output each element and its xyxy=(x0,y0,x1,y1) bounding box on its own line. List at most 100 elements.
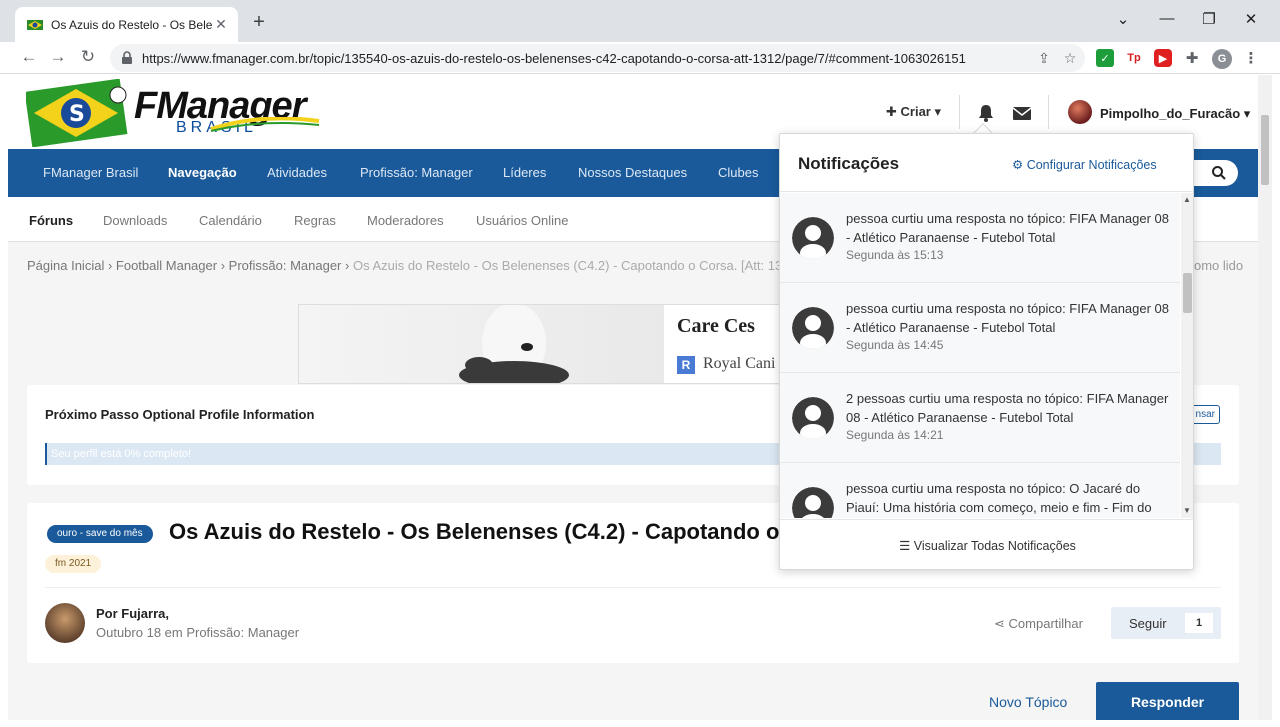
scroll-up-icon[interactable]: ▲ xyxy=(1183,195,1191,204)
notifications-list: pessoa curtiu uma resposta no tópico: FI… xyxy=(780,193,1180,518)
author-name[interactable]: Por Fujarra, xyxy=(96,606,169,621)
notification-item[interactable]: pessoa curtiu uma resposta no tópico: FI… xyxy=(780,193,1180,283)
card-divider xyxy=(45,587,1221,588)
notification-text: pessoa curtiu uma resposta no tópico: O … xyxy=(846,481,1152,515)
nav-item-navegacao[interactable]: Navegação xyxy=(168,165,237,180)
mark-read-link[interactable]: omo lido xyxy=(1194,258,1243,273)
page-scrollbar-thumb[interactable] xyxy=(1261,115,1269,185)
notifications-footer: ☰ Visualizar Todas Notificações xyxy=(780,519,1193,569)
view-all-label: Visualizar Todas Notificações xyxy=(913,539,1076,553)
bell-icon[interactable] xyxy=(976,103,996,123)
brazil-flag-icon: S xyxy=(26,79,128,147)
progress-label: Seu perfil está 0% completo! xyxy=(51,448,192,460)
topic-title: Os Azuis do Restelo - Os Belenenses (C4.… xyxy=(169,519,780,544)
view-all-notifications-link[interactable]: ☰ Visualizar Todas Notificações xyxy=(899,538,1076,553)
notification-time: Segunda às 14:45 xyxy=(846,338,944,352)
nav-item-lideres[interactable]: Líderes xyxy=(503,165,546,180)
ad-brand-badge: R xyxy=(677,356,695,374)
reload-icon[interactable]: ↻ xyxy=(77,47,99,67)
follow-label: Seguir xyxy=(1129,616,1167,631)
chevron-right-icon: › xyxy=(220,258,229,273)
tp-extension-icon[interactable]: Tp xyxy=(1125,49,1143,67)
user-placeholder-icon xyxy=(792,487,834,518)
configure-notifications-link[interactable]: ⚙ Configurar Notificações xyxy=(1012,157,1157,172)
notifications-header: Notificações ⚙ Configurar Notificações xyxy=(780,134,1193,192)
scroll-down-icon[interactable]: ▼ xyxy=(1183,506,1191,515)
topic-badge[interactable]: ouro - save do mês xyxy=(47,525,153,543)
lock-icon xyxy=(122,51,132,64)
notifications-title: Notificações xyxy=(798,154,900,173)
youtube-extension-icon[interactable]: ▶ xyxy=(1154,49,1172,67)
profile-g-icon[interactable]: G xyxy=(1212,49,1232,69)
site-logo[interactable]: S FManager BRASIL xyxy=(26,77,320,149)
nav-item-atividades[interactable]: Atividades xyxy=(267,165,327,180)
page-scrollbar[interactable] xyxy=(1258,75,1272,720)
breadcrumb-item[interactable]: Profissão: Manager xyxy=(229,258,342,273)
profile-step-title: Próximo Passo Optional Profile Informati… xyxy=(45,407,315,422)
sub-nav-regras[interactable]: Regras xyxy=(294,213,336,228)
notification-time: Segunda às 15:13 xyxy=(846,248,944,262)
logo-swoosh-icon xyxy=(210,117,320,132)
puzzle-extensions-icon[interactable]: ✚ xyxy=(1183,49,1201,67)
advertisement-banner[interactable]: Care Ces R Royal Cani xyxy=(298,304,798,384)
chevron-right-icon: › xyxy=(107,258,116,273)
configure-notifications-label: Configurar Notificações xyxy=(1026,158,1157,172)
user-avatar[interactable] xyxy=(1068,100,1092,124)
forward-icon[interactable]: → xyxy=(47,47,69,67)
new-tab-icon[interactable]: + xyxy=(248,11,270,34)
notification-item[interactable]: pessoa curtiu uma resposta no tópico: FI… xyxy=(780,283,1180,373)
notifications-scrollbar-thumb[interactable] xyxy=(1183,273,1192,313)
reply-button[interactable]: Responder xyxy=(1096,682,1239,720)
notification-item[interactable]: 2 pessoas curtiu uma resposta no tópico:… xyxy=(780,373,1180,463)
new-topic-button[interactable]: Novo Tópico xyxy=(989,694,1067,710)
breadcrumb-item[interactable]: Football Manager xyxy=(116,258,217,273)
address-bar[interactable]: https://www.fmanager.com.br/topic/135540… xyxy=(110,44,1085,72)
envelope-icon[interactable] xyxy=(1012,103,1032,123)
breadcrumb: Página Inicial › Football Manager › Prof… xyxy=(27,258,786,273)
share-page-icon[interactable]: ⇪ xyxy=(1033,50,1055,67)
follow-button[interactable]: Seguir 1 xyxy=(1111,607,1221,639)
follow-count: 1 xyxy=(1185,613,1213,633)
nav-item-profissao-manager[interactable]: Profissão: Manager xyxy=(360,165,473,180)
user-menu-button[interactable]: Pimpolho_do_Furacão ▾ xyxy=(1100,106,1250,122)
share-label: Compartilhar xyxy=(1008,616,1083,631)
breadcrumb-current: Os Azuis do Restelo - Os Belenenses (C4.… xyxy=(352,258,786,273)
sub-nav-downloads[interactable]: Downloads xyxy=(103,213,167,228)
notification-item[interactable]: pessoa curtiu uma resposta no tópico: O … xyxy=(780,463,1180,518)
back-icon[interactable]: ← xyxy=(18,47,40,67)
notification-text: pessoa curtiu uma resposta no tópico: FI… xyxy=(846,301,1170,335)
nav-item-fmanager-brasil[interactable]: FManager Brasil xyxy=(43,165,138,180)
share-icon: ⋖ xyxy=(994,616,1005,631)
header-divider xyxy=(1048,95,1049,129)
search-icon[interactable] xyxy=(1211,165,1227,181)
nav-item-clubes[interactable]: Clubes xyxy=(718,165,758,180)
close-tab-icon[interactable]: ✕ xyxy=(212,16,230,33)
svg-text:S: S xyxy=(69,102,85,127)
minimize-icon[interactable]: — xyxy=(1152,10,1182,27)
restore-icon[interactable]: ❐ xyxy=(1194,10,1224,28)
notifications-scrollbar[interactable]: ▲ ▼ xyxy=(1181,193,1193,518)
topic-tag[interactable]: fm 2021 xyxy=(45,555,102,573)
ad-title: Care Ces xyxy=(677,315,755,337)
kebab-menu-icon[interactable]: ⋮ xyxy=(1242,49,1260,67)
user-placeholder-icon xyxy=(792,217,834,259)
topic-meta: Outubro 18 em Profissão: Manager xyxy=(96,625,300,640)
sub-nav-usuarios-online[interactable]: Usuários Online xyxy=(476,213,569,228)
bookmark-star-icon[interactable]: ☆ xyxy=(1059,50,1081,67)
share-button[interactable]: ⋖ Compartilhar xyxy=(994,616,1083,632)
checkmark-extension-icon[interactable]: ✓ xyxy=(1096,49,1114,67)
url-text: https://www.fmanager.com.br/topic/135540… xyxy=(142,50,966,66)
create-label: Criar xyxy=(900,104,931,119)
notification-text: 2 pessoas curtiu uma resposta no tópico:… xyxy=(846,391,1169,425)
sub-nav-calendario[interactable]: Calendário xyxy=(199,213,262,228)
create-menu-button[interactable]: ✚ Criar ▾ xyxy=(886,104,941,120)
author-avatar[interactable] xyxy=(45,603,85,643)
browser-tab[interactable]: Os Azuis do Restelo - Os Belenen ✕ xyxy=(15,7,238,42)
close-window-icon[interactable]: ✕ xyxy=(1236,10,1266,28)
nav-item-nossos-destaques[interactable]: Nossos Destaques xyxy=(578,165,687,180)
sub-nav-moderadores[interactable]: Moderadores xyxy=(367,213,444,228)
breadcrumb-item[interactable]: Página Inicial xyxy=(27,258,104,273)
sub-nav-foruns[interactable]: Fóruns xyxy=(29,213,73,228)
ad-dog-image xyxy=(299,305,664,383)
tab-search-icon[interactable]: ⌄ xyxy=(1108,10,1138,28)
